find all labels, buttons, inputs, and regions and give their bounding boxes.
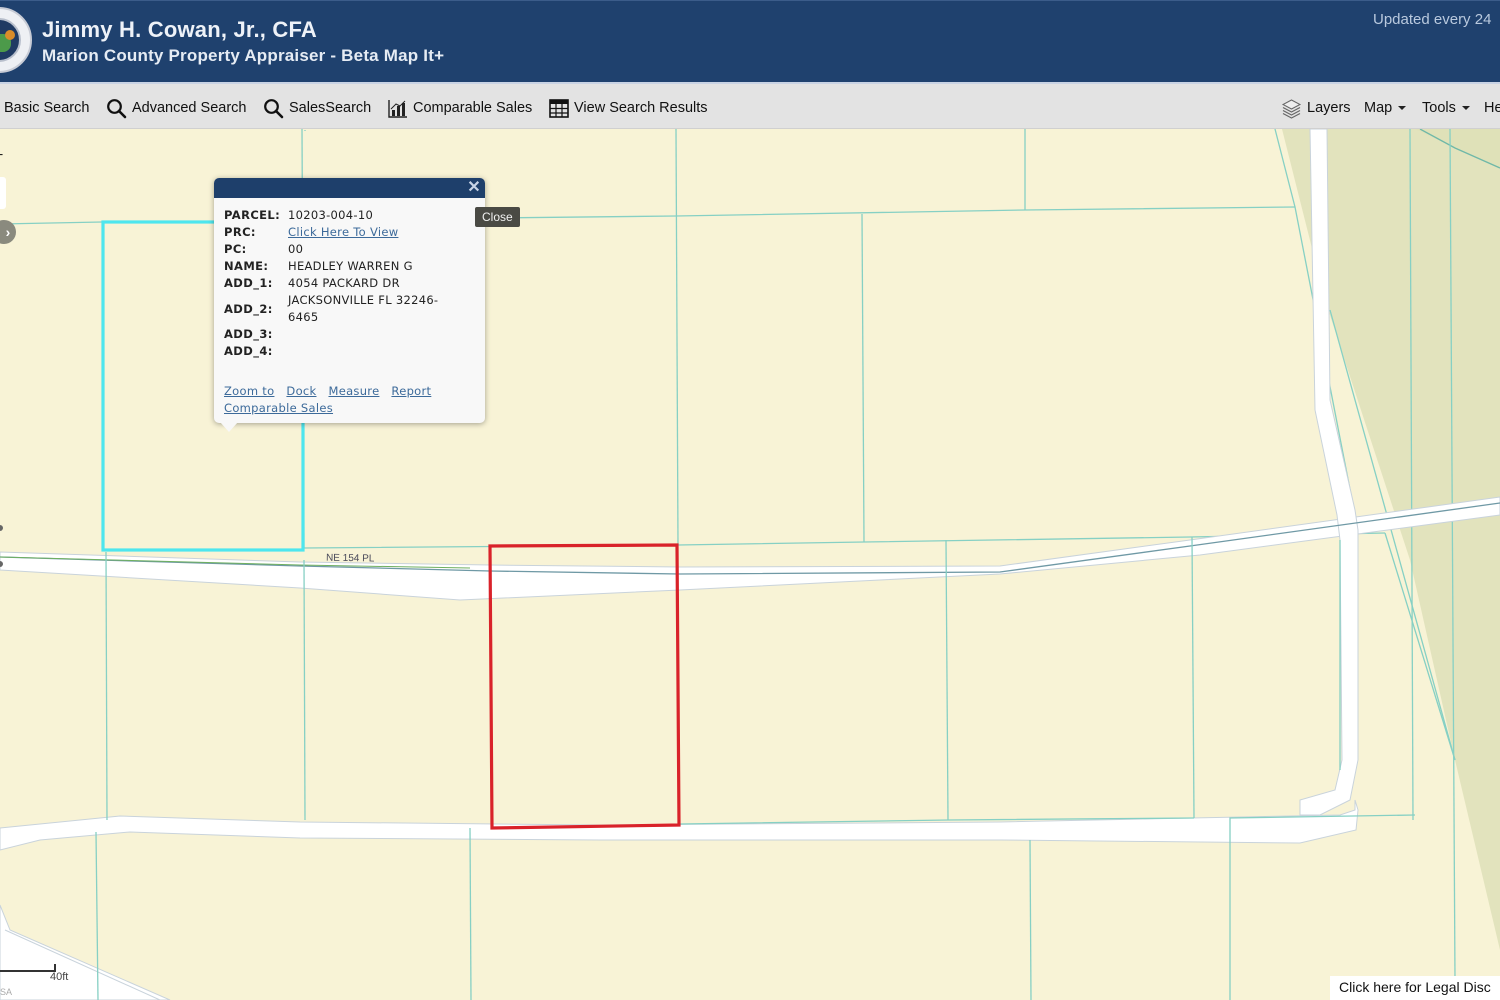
scale-bar-label: 40ft [50, 971, 69, 983]
parcel-line [1029, 839, 1032, 1000]
address-line-3 [288, 326, 468, 343]
field-row: PARCEL: 10203-004-10 [224, 207, 468, 224]
field-label: NAME: [224, 259, 269, 273]
address-line-2: JACKSONVILLE FL 32246-6465 [288, 293, 439, 324]
advanced-search-button[interactable]: Advanced Search [106, 96, 246, 120]
app-header: Jimmy H. Cowan, Jr., CFA Marion County P… [0, 0, 1500, 82]
popup-pointer [220, 422, 238, 432]
scale-bar [0, 964, 56, 972]
parcel-line [303, 559, 306, 821]
comparable-sales-link[interactable]: Comparable Sales [224, 401, 333, 415]
layers-icon [1281, 98, 1302, 119]
report-link[interactable]: Report [391, 384, 431, 398]
tools-menu-dropdown[interactable]: Tools [1422, 96, 1470, 120]
zoom-to-link[interactable]: Zoom to [224, 384, 274, 398]
field-label: ADD_4: [224, 344, 273, 358]
view-search-results-label: View Search Results [574, 100, 708, 116]
bar-chart-icon [388, 100, 407, 118]
parcel-line [861, 213, 865, 543]
advanced-search-label: Advanced Search [132, 100, 247, 116]
legal-disclaimer-link[interactable]: Click here for Legal Disc [1330, 976, 1500, 1000]
parcel-line [469, 827, 472, 1000]
appraiser-name-title: Jimmy H. Cowan, Jr., CFA [42, 17, 317, 42]
parcel-line [1191, 536, 1195, 819]
parcel-line [945, 539, 949, 821]
parcel-line [675, 129, 679, 546]
parcel-info-popup: ✕ PARCEL: 10203-004-10 PRC: Click Here To … [214, 178, 485, 432]
address-line-4 [288, 343, 468, 360]
field-row: PRC: Click Here To View [224, 224, 468, 241]
field-row: ADD_4: [224, 343, 468, 360]
layers-label: Layers [1307, 100, 1351, 116]
popup-actions: Zoom to Dock Measure Report Comparable S… [224, 383, 474, 417]
parcel-line [105, 551, 108, 821]
map-attribution: SA [0, 987, 13, 997]
help-menu-button[interactable]: He [1484, 96, 1500, 120]
caret-down-icon [1398, 106, 1407, 110]
dock-link[interactable]: Dock [286, 384, 316, 398]
parcel-info-table: PARCEL: 10203-004-10 PRC: Click Here To Vi… [224, 207, 468, 360]
zoom-slider[interactable] [0, 177, 6, 209]
search-icon [264, 98, 284, 118]
field-row: PC: 00 [224, 241, 468, 258]
help-menu-label: He [1484, 100, 1500, 116]
view-search-results-button[interactable]: View Search Results [549, 96, 708, 120]
field-row: ADD_2: JACKSONVILLE FL 32246-6465 [224, 292, 468, 326]
parcel-number: 10203-004-10 [288, 208, 374, 222]
layers-button[interactable]: Layers [1281, 96, 1351, 120]
map-menu-dropdown[interactable]: Map [1364, 96, 1407, 120]
field-row: NAME: HEADLEY WARREN G [224, 258, 468, 275]
field-row: ADD_1: 4054 PACKARD DR [224, 275, 468, 292]
owner-name: HEADLEY WARREN G [288, 259, 413, 273]
search-icon [107, 98, 127, 118]
update-notice: Updated every 24 [1373, 11, 1492, 28]
map-canvas[interactable]: + › NE 154 PL ✕ PARCEL:10203-004-10 PRC:… [0, 129, 1500, 1000]
address-line-1: 4054 PACKARD DR [288, 276, 400, 290]
main-toolbar: Basic Search Advanced Search SalesSearch… [0, 82, 1500, 129]
road-diagonal-lower-left [0, 904, 171, 1000]
close-icon[interactable]: ✕ [466, 179, 482, 197]
road-label: NE 154 PL [325, 552, 375, 565]
caret-down-icon [1461, 106, 1470, 110]
field-label: ADD_2: [224, 301, 273, 316]
tools-menu-label: Tools [1422, 100, 1456, 116]
field-label: ADD_3: [224, 327, 273, 341]
field-row: ADD_3: [224, 326, 468, 343]
pc-value: 00 [288, 242, 304, 256]
prc-view-link[interactable]: Click Here To View [288, 225, 398, 239]
basic-search-button[interactable]: Basic Search [4, 96, 89, 120]
close-tooltip: Close [475, 207, 520, 227]
field-label: PC: [224, 242, 247, 256]
map-menu-label: Map [1364, 100, 1393, 116]
sales-search-button[interactable]: SalesSearch [263, 96, 371, 120]
measure-link[interactable]: Measure [328, 384, 379, 398]
county-seal-logo [0, 7, 32, 73]
zoom-in-button[interactable]: + [0, 147, 8, 165]
comparable-sales-button[interactable]: Comparable Sales [388, 96, 532, 120]
field-label: PRC: [224, 225, 256, 239]
table-grid-icon [549, 98, 569, 118]
field-label: PARCEL: [224, 208, 281, 222]
sales-search-label: SalesSearch [289, 100, 372, 116]
app-subtitle: Marion County Property Appraiser - Beta … [42, 46, 445, 65]
comparable-sales-label: Comparable Sales [413, 100, 533, 116]
popup-title-bar [214, 178, 485, 198]
basic-search-label: Basic Search [4, 100, 90, 116]
field-label: ADD_1: [224, 276, 273, 290]
parcel-line [0, 221, 103, 225]
